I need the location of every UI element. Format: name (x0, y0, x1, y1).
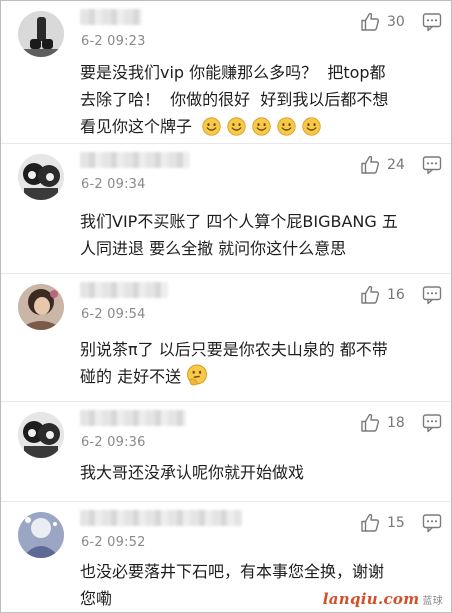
comment-text-line: 看见你这个牌子 (80, 117, 193, 136)
comment-text-line: 我们VIP不买账了 四个人算个屁BIGBANG 五 (80, 212, 398, 231)
avatar[interactable] (18, 11, 64, 57)
watermark-sub: 蓝球 (422, 596, 443, 607)
comment-time: 6-2 09:52 (81, 535, 146, 550)
username-blurred[interactable] (80, 410, 186, 426)
like-count: 15 (387, 515, 405, 531)
thumbs-up-icon (359, 412, 381, 434)
thinking-emoji-icon (186, 364, 208, 386)
comment-text-line: 碰的 走好不送 (80, 367, 182, 386)
comment-text: 我大哥还没承认呢你就开始做戏 (80, 459, 440, 486)
like-button[interactable]: 24 (359, 154, 405, 176)
comment-time: 6-2 09:23 (81, 34, 146, 49)
comment-text: 要是没我们vip 你能赚那么多吗？ 把top都 去除了哈！ 你做的很好 好到我以… (80, 59, 440, 140)
comment-item: 6-2 09:36 18 我大哥还没承认呢你就开始做戏 (1, 402, 451, 502)
avatar[interactable] (18, 412, 64, 458)
like-button[interactable]: 30 (359, 11, 405, 33)
comment-text-line: 人同进退 要么全撤 就问你这什么意思 (80, 239, 347, 258)
comment-text: 我们VIP不买账了 四个人算个屁BIGBANG 五 人同进退 要么全撤 就问你这… (80, 208, 440, 262)
site-watermark: lanqiu.com 蓝球 (323, 590, 443, 608)
like-button[interactable]: 18 (359, 412, 405, 434)
avatar[interactable] (18, 154, 64, 200)
username-blurred[interactable] (80, 152, 190, 168)
username-blurred[interactable] (80, 9, 142, 25)
comment-item: 6-2 09:34 24 我们VIP不买账了 四个人算个屁BIGBANG 五 人… (1, 144, 451, 274)
avatar[interactable] (18, 512, 64, 558)
username-blurred[interactable] (80, 510, 242, 526)
comment-time: 6-2 09:34 (81, 177, 146, 192)
like-count: 16 (387, 287, 405, 303)
comment-text: 别说茶π了 以后只要是你农夫山泉的 都不带 碰的 走好不送 (80, 336, 440, 390)
reply-icon[interactable] (421, 284, 443, 306)
comment-text-line: 也没必要落井下石吧，有本事您全换，谢谢 (80, 562, 385, 581)
comment-text-line: 您嘞 (80, 589, 113, 608)
comment-text-line: 去除了哈！ 你做的很好 好到我以后都不想 (80, 90, 389, 109)
reply-icon[interactable] (421, 412, 443, 434)
like-button[interactable]: 15 (359, 512, 405, 534)
comment-list: 6-2 09:23 30 要是没我们vip 你能赚那么多吗？ 把top都 去除了… (0, 0, 452, 613)
smile-emoji-icon (227, 117, 246, 136)
avatar[interactable] (18, 284, 64, 330)
smile-emoji-icon (302, 117, 321, 136)
reply-icon[interactable] (421, 512, 443, 534)
comment-item: 6-2 09:54 16 别说茶π了 以后只要是你农夫山泉的 都不带 碰的 走好… (1, 274, 451, 402)
comment-text-line: 别说茶π了 以后只要是你农夫山泉的 都不带 (80, 340, 388, 359)
smile-emoji-icon (277, 117, 296, 136)
like-count: 24 (387, 157, 405, 173)
comment-item: 6-2 09:23 30 要是没我们vip 你能赚那么多吗？ 把top都 去除了… (1, 1, 451, 144)
reply-icon[interactable] (421, 154, 443, 176)
like-button[interactable]: 16 (359, 284, 405, 306)
username-blurred[interactable] (80, 282, 168, 298)
watermark-brand: lanqiu.com (322, 590, 420, 608)
comment-text-line: 我大哥还没承认呢你就开始做戏 (80, 463, 305, 482)
thumbs-up-icon (359, 154, 381, 176)
comment-time: 6-2 09:54 (81, 307, 146, 322)
like-count: 18 (387, 415, 405, 431)
like-count: 30 (387, 14, 405, 30)
thumbs-up-icon (359, 11, 381, 33)
smile-emoji-icon (252, 117, 271, 136)
reply-icon[interactable] (421, 11, 443, 33)
comment-time: 6-2 09:36 (81, 435, 146, 450)
smile-emoji-icon (202, 117, 221, 136)
thumbs-up-icon (359, 512, 381, 534)
comment-text-line: 要是没我们vip 你能赚那么多吗？ 把top都 (80, 63, 386, 82)
thumbs-up-icon (359, 284, 381, 306)
